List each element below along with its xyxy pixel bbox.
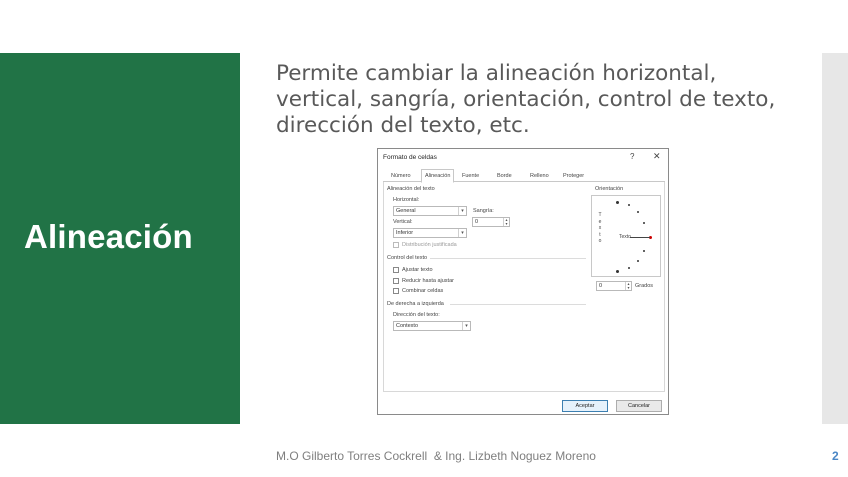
tab-proteger[interactable]: Proteger: [563, 171, 584, 182]
vertical-select[interactable]: Inferior ▾: [393, 228, 467, 238]
chevron-down-icon: ▾: [462, 322, 470, 330]
horizontal-select[interactable]: General ▾: [393, 206, 467, 216]
page-number: 2: [832, 449, 839, 463]
orientation-dot: [637, 260, 639, 262]
slide-title: Alineación: [24, 218, 193, 255]
orientation-control[interactable]: T e x t o Texto: [591, 195, 661, 277]
orientation-needle: [630, 237, 650, 238]
merge-cells-label: Combinar celdas: [402, 288, 444, 294]
side-strip: [822, 53, 848, 424]
close-icon[interactable]: ✕: [653, 151, 661, 162]
horizontal-label: Horizontal:: [393, 197, 420, 203]
merge-cells-checkbox[interactable]: [393, 288, 399, 294]
indent-label: Sangría:: [473, 208, 494, 214]
alignment-section-label: Alineación del texto: [387, 186, 435, 192]
vertical-value: Inferior: [396, 230, 414, 236]
direction-value: Contexto: [396, 323, 419, 329]
direction-label: Dirección del texto:: [393, 312, 440, 318]
orientation-dot: [616, 270, 619, 273]
tab-alineacion[interactable]: Alineación: [421, 169, 455, 183]
wrap-text-checkbox[interactable]: [393, 267, 399, 273]
spinner-icon: ▴ ▾: [503, 218, 509, 226]
orientation-dot: [643, 250, 645, 252]
slide-body-text: Permite cambiar la alineación horizontal…: [276, 61, 776, 138]
divider: [450, 304, 586, 305]
vertical-text-sample[interactable]: T e x t o: [597, 212, 603, 245]
indent-value: 0: [475, 219, 479, 225]
distributed-label: Distribución justificada: [402, 242, 457, 248]
degrees-label: Grados: [635, 283, 654, 289]
direction-select[interactable]: Contexto ▾: [393, 321, 471, 331]
spinner-icon: ▴ ▾: [625, 282, 631, 290]
shrink-to-fit-checkbox[interactable]: [393, 278, 399, 284]
dialog-tabs: Número Alineación Fuente Borde Relleno P…: [383, 169, 665, 183]
chevron-down-icon: ▾: [458, 207, 466, 215]
cancel-button[interactable]: Cancelar: [616, 400, 662, 412]
dialog-title: Formato de celdas: [383, 154, 437, 161]
shrink-to-fit-label: Reducir hasta ajustar: [402, 278, 454, 284]
orientation-dot: [616, 201, 619, 204]
rtl-section-label: De derecha a izquierda: [387, 301, 444, 307]
orientation-label: Orientación: [595, 186, 624, 192]
orientation-dot: [643, 222, 645, 224]
slide: Alineación Permite cambiar la alineación…: [0, 0, 848, 477]
footer-credit: M.O Gilberto Torres Cockrell & Ing. Lizb…: [276, 449, 596, 463]
help-icon[interactable]: ?: [630, 152, 634, 161]
indent-stepper[interactable]: 0 ▴ ▾: [472, 217, 510, 227]
format-cells-dialog: Formato de celdas ? ✕ Número Alineación …: [377, 148, 669, 415]
orientation-dot: [637, 211, 639, 213]
vertical-text-letter: o: [598, 238, 602, 244]
degrees-stepper[interactable]: 0 ▴ ▾: [596, 281, 632, 291]
orientation-dot: [628, 204, 630, 206]
tab-fuente[interactable]: Fuente: [462, 171, 479, 182]
tab-numero[interactable]: Número: [391, 171, 411, 182]
ok-button[interactable]: Aceptar: [562, 400, 608, 412]
vertical-label: Vertical:: [393, 219, 413, 225]
degrees-value: 0: [599, 283, 603, 289]
orientation-dot: [628, 267, 630, 269]
divider: [430, 258, 586, 259]
tab-borde[interactable]: Borde: [497, 171, 512, 182]
chevron-down-icon: ▾: [458, 229, 466, 237]
text-control-section-label: Control del texto: [387, 255, 428, 261]
wrap-text-label: Ajustar texto: [402, 267, 433, 273]
distributed-checkbox[interactable]: [393, 242, 399, 248]
tab-relleno[interactable]: Relleno: [530, 171, 549, 182]
horizontal-value: General: [396, 208, 416, 214]
